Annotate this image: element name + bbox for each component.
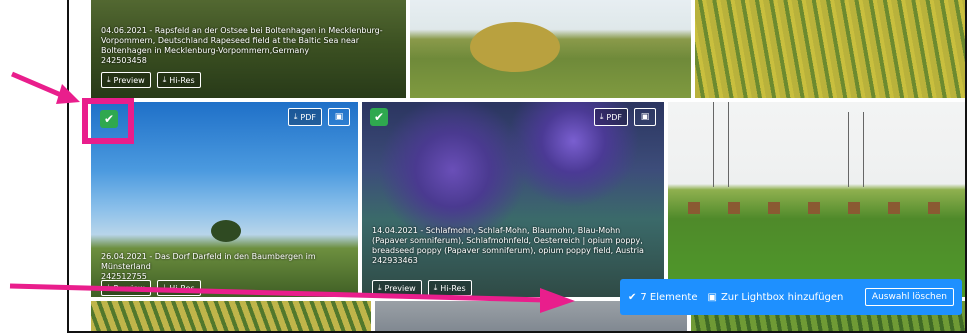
checkmark-icon: ✔ (628, 291, 637, 303)
pdf-button[interactable]: ⤓ PDF (287, 108, 322, 126)
selection-count[interactable]: ✔ 7 Elemente (628, 292, 698, 303)
tile-id: 242933463 (372, 256, 418, 265)
lightbox-add-icon: ▣ (707, 291, 717, 303)
tree-silhouette (211, 220, 241, 242)
tile-caption: 14.04.2021 - Schlafmohn, Schlaf-Mohn, Bl… (372, 226, 644, 255)
download-icon: ⤓ (599, 112, 604, 121)
tile-landscape-trees[interactable] (410, 0, 691, 98)
select-checkbox[interactable]: ✔ (370, 108, 388, 126)
annotation-arrow-bottom (9, 283, 575, 313)
pylon-left (713, 102, 729, 187)
annotation-arrow-top (11, 71, 80, 104)
tile-rapsfeld[interactable]: 04.06.2021 - Rapsfeld an der Ostsee bei … (91, 0, 406, 98)
tile-rapeseed-close[interactable] (695, 0, 965, 98)
deer-group (688, 202, 948, 214)
clear-selection-button[interactable]: Auswahl löschen (864, 288, 954, 306)
selection-toolbar: ✔ 7 Elemente ▣ Zur Lightbox hinzufügen A… (620, 279, 962, 315)
lightbox-add-icon[interactable]: ▣ (634, 108, 656, 126)
hires-button[interactable]: ⤓Hi-Res (156, 72, 201, 88)
add-to-lightbox-button[interactable]: ▣ Zur Lightbox hinzufügen (708, 292, 844, 303)
download-icon: ⤓ (293, 112, 298, 121)
preview-button[interactable]: ⤓Preview (101, 72, 151, 88)
pdf-button[interactable]: ⤓ PDF (593, 108, 628, 126)
tile-deer-field[interactable] (668, 102, 965, 297)
tree-blob (470, 22, 560, 72)
download-icon: ⤓ (107, 75, 111, 84)
pylon-right (848, 112, 864, 187)
lightbox-add-icon[interactable]: ▣ (328, 108, 350, 126)
download-icon: ⤓ (162, 75, 167, 84)
tile-id: 242503458 (101, 56, 147, 65)
tile-caption: 04.06.2021 - Rapsfeld an der Ostsee bei … (101, 26, 383, 55)
